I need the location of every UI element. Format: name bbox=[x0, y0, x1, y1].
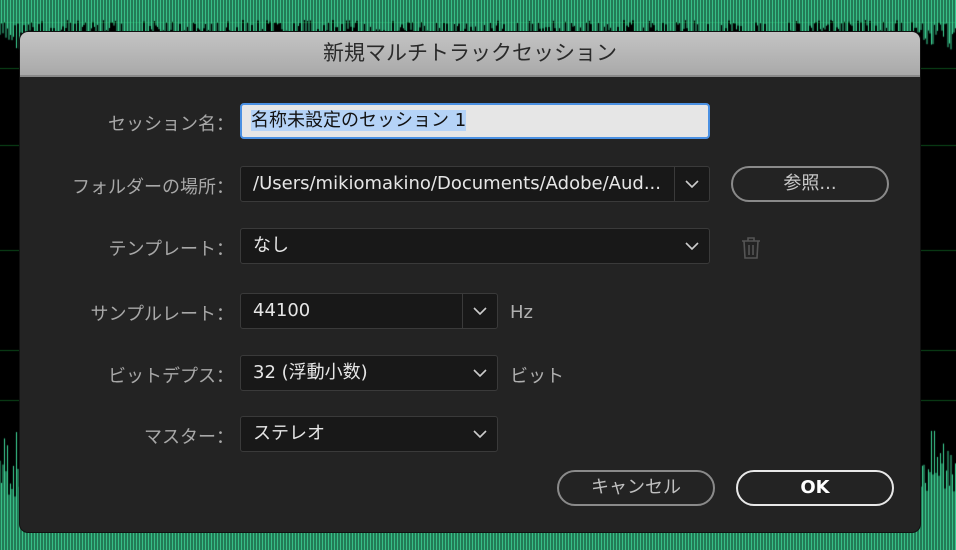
session-name-input[interactable]: 名称未設定のセッション 1 bbox=[240, 103, 710, 139]
session-name-label: セッション名： bbox=[108, 114, 234, 135]
sample-rate-label: サンプルレート： bbox=[90, 304, 234, 325]
folder-label: フォルダーの場所： bbox=[72, 177, 234, 198]
bit-depth-value: 32 (浮動小数) bbox=[253, 362, 368, 383]
master-dropdown[interactable]: ステレオ bbox=[240, 416, 498, 452]
master-value: ステレオ bbox=[253, 423, 325, 444]
template-dropdown[interactable]: なし bbox=[240, 228, 710, 264]
ok-button[interactable]: OK bbox=[736, 470, 894, 506]
template-label: テンプレート： bbox=[108, 239, 234, 260]
folder-path-dropdown[interactable]: /Users/mikiomakino/Documents/Adobe/Aud..… bbox=[240, 166, 710, 202]
session-name-value: 名称未設定のセッション 1 bbox=[251, 110, 467, 131]
sample-rate-value: 44100 bbox=[253, 300, 311, 321]
sample-rate-combobox[interactable]: 44100 bbox=[240, 293, 498, 329]
bit-depth-dropdown[interactable]: 32 (浮動小数) bbox=[240, 355, 498, 391]
folder-path-value: /Users/mikiomakino/Documents/Adobe/Aud..… bbox=[253, 173, 661, 194]
trash-icon[interactable] bbox=[740, 236, 762, 264]
browse-button[interactable]: 参照... bbox=[731, 166, 889, 202]
chevron-down-icon bbox=[463, 356, 497, 390]
template-value: なし bbox=[253, 235, 289, 256]
bit-depth-unit: ビット bbox=[510, 366, 564, 387]
chevron-down-icon bbox=[463, 417, 497, 451]
bit-depth-label: ビットデプス： bbox=[108, 366, 234, 387]
chevron-down-icon bbox=[675, 229, 709, 263]
chevron-down-icon[interactable] bbox=[462, 294, 497, 328]
cancel-button[interactable]: キャンセル bbox=[557, 470, 715, 506]
new-multitrack-session-dialog: 新規マルチトラックセッション セッション名： 名称未設定のセッション 1 フォル… bbox=[20, 32, 920, 532]
master-label: マスター： bbox=[144, 427, 234, 448]
sample-rate-unit: Hz bbox=[510, 302, 533, 323]
chevron-down-icon[interactable] bbox=[674, 167, 709, 201]
dialog-title: 新規マルチトラックセッション bbox=[20, 32, 920, 77]
